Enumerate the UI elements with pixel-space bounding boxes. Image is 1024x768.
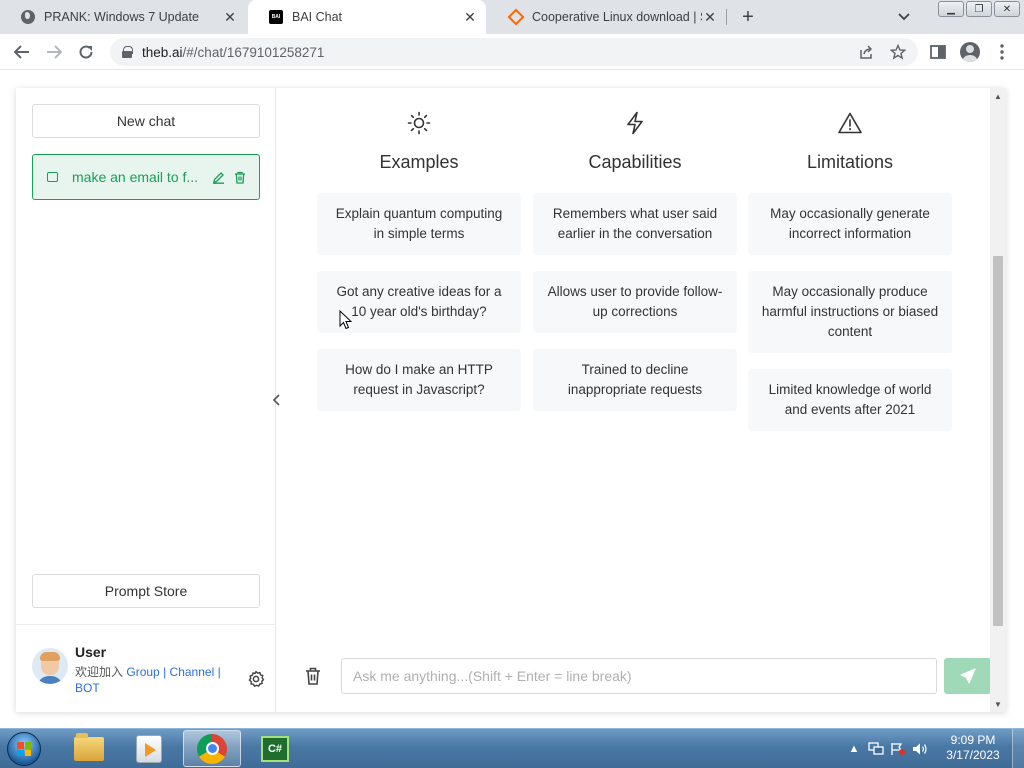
chrome-icon[interactable] xyxy=(183,730,241,767)
column-title: Capabilities xyxy=(588,152,682,172)
clock-date: 3/17/2023 xyxy=(946,748,1000,762)
system-tray: ▲ xyxy=(840,729,940,768)
media-player-icon[interactable] xyxy=(120,730,178,767)
address-bar[interactable]: theb.ai/#/chat/1679101258271 xyxy=(110,38,918,66)
chat-input-bar xyxy=(277,656,992,696)
url-host: theb.ai xyxy=(142,44,183,60)
close-icon[interactable]: ✕ xyxy=(222,9,238,25)
browser-toolbar: theb.ai/#/chat/1679101258271 xyxy=(0,34,1024,70)
lightning-icon xyxy=(622,110,648,136)
volume-speaker-icon[interactable] xyxy=(912,742,928,756)
action-center-flag-icon[interactable] xyxy=(890,742,906,756)
chat-bubble-icon xyxy=(47,172,58,182)
side-panel-icon[interactable] xyxy=(926,40,950,64)
close-icon[interactable]: ✕ xyxy=(462,9,478,25)
window-controls: ▁ ❐ ✕ xyxy=(938,1,1020,17)
user-name: User xyxy=(75,644,107,660)
limitation-card: May occasionally generate incorrect info… xyxy=(748,193,952,255)
send-button[interactable] xyxy=(944,658,991,694)
scrollbar-thumb[interactable] xyxy=(993,256,1003,626)
restore-button[interactable]: ❐ xyxy=(966,1,992,17)
kebab-menu-icon[interactable] xyxy=(990,40,1014,64)
minimize-button[interactable]: ▁ xyxy=(938,1,964,17)
tab-search-chevron-icon[interactable] xyxy=(894,7,914,27)
show-hidden-icons-arrow-icon[interactable]: ▲ xyxy=(846,742,862,756)
clock-time: 9:09 PM xyxy=(950,733,996,747)
join-text: 欢迎加入 xyxy=(75,665,124,679)
new-chat-button[interactable]: New chat xyxy=(32,104,260,138)
limitation-card: May occasionally produce harmful instruc… xyxy=(748,271,952,353)
tab-bai-chat[interactable]: BAI BAI Chat ✕ xyxy=(248,0,486,34)
community-links: 欢迎加入 Group | Channel | BOT xyxy=(75,664,225,696)
tab-prank-windows-update[interactable]: PRANK: Windows 7 Update ✕ xyxy=(0,0,246,34)
star-bookmark-icon[interactable] xyxy=(888,42,908,62)
link-separator: | xyxy=(163,665,167,679)
close-window-button[interactable]: ✕ xyxy=(994,1,1020,17)
tab-cooperative-linux[interactable]: Cooperative Linux download | So ✕ xyxy=(488,0,726,34)
profile-icon[interactable] xyxy=(958,40,982,64)
user-info: User 欢迎加入 Group | Channel | BOT xyxy=(32,636,268,706)
limitation-card: Limited knowledge of world and events af… xyxy=(748,369,952,431)
example-card[interactable]: Explain quantum computing in simple term… xyxy=(317,193,521,255)
sidebar-divider xyxy=(16,624,276,625)
reload-icon[interactable] xyxy=(74,40,98,64)
prompt-store-button[interactable]: Prompt Store xyxy=(32,574,260,608)
chat-title: make an email to f... xyxy=(72,169,199,185)
back-arrow-icon[interactable] xyxy=(10,40,34,64)
csharp-icon[interactable]: C# xyxy=(246,730,304,767)
mouse-cursor-icon xyxy=(339,310,353,330)
folder-icon[interactable] xyxy=(60,730,118,767)
sun-icon xyxy=(406,110,432,136)
capability-card: Allows user to provide follow-up correct… xyxy=(533,271,737,333)
new-tab-button[interactable]: + xyxy=(736,5,760,29)
tab-title: PRANK: Windows 7 Update xyxy=(44,10,199,24)
windows-taskbar: C# ▲ 9:09 PM 3/17/2023 xyxy=(0,728,1024,768)
gear-icon[interactable] xyxy=(246,669,266,689)
tab-title: BAI Chat xyxy=(292,10,343,24)
share-icon[interactable] xyxy=(856,42,876,62)
capability-card: Remembers what user said earlier in the … xyxy=(533,193,737,255)
example-card[interactable]: How do I make an HTTP request in Javascr… xyxy=(317,349,521,411)
scroll-down-arrow-icon[interactable]: ▼ xyxy=(990,696,1006,712)
network-icon[interactable] xyxy=(868,742,884,756)
avatar[interactable] xyxy=(32,648,68,684)
browser-tab-strip: PRANK: Windows 7 Update ✕ BAI BAI Chat ✕… xyxy=(0,0,1024,34)
lock-icon[interactable] xyxy=(122,46,133,58)
page-scrollbar[interactable]: ▲ ▼ xyxy=(990,88,1006,712)
show-desktop-button[interactable] xyxy=(1012,729,1024,768)
send-plane-icon xyxy=(960,668,975,684)
taskbar-clock[interactable]: 9:09 PM 3/17/2023 xyxy=(938,733,1008,763)
url-path: /#/chat/1679101258271 xyxy=(182,44,325,60)
clear-chat-trash-icon[interactable] xyxy=(303,666,323,686)
channel-link[interactable]: Channel xyxy=(170,665,215,679)
capability-card: Trained to decline inappropriate request… xyxy=(533,349,737,411)
start-button[interactable] xyxy=(4,731,44,767)
close-icon[interactable]: ✕ xyxy=(702,9,718,25)
group-link[interactable]: Group xyxy=(126,665,159,679)
edit-pencil-icon[interactable] xyxy=(209,168,227,186)
link-separator: | xyxy=(217,665,221,679)
windows-logo-icon xyxy=(7,732,41,766)
globe-icon xyxy=(20,9,36,25)
chat-app-container: New chat make an email to f... Prompt St… xyxy=(16,88,1006,712)
bai-logo-icon: BAI xyxy=(268,9,284,25)
sidebar: New chat make an email to f... Prompt St… xyxy=(16,88,280,712)
tab-title: Cooperative Linux download | So xyxy=(532,10,702,24)
warning-icon xyxy=(837,110,863,136)
bot-link[interactable]: BOT xyxy=(75,681,100,695)
tab-separator xyxy=(726,9,727,25)
column-title: Limitations xyxy=(806,152,894,172)
chat-main: Examples Explain quantum computing in si… xyxy=(277,88,992,712)
trash-icon[interactable] xyxy=(231,168,249,186)
column-title: Examples xyxy=(379,152,459,172)
chat-message-input[interactable] xyxy=(341,658,937,694)
sourceforge-icon xyxy=(507,8,525,26)
forward-arrow-icon[interactable] xyxy=(42,40,66,64)
chat-history-item[interactable]: make an email to f... xyxy=(32,154,260,200)
scroll-up-arrow-icon[interactable]: ▲ xyxy=(990,88,1006,104)
web-page: New chat make an email to f... Prompt St… xyxy=(0,71,1024,727)
